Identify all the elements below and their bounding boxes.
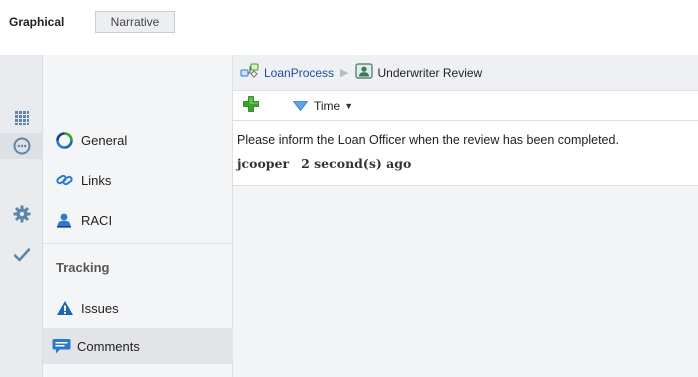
refresh-circle-icon bbox=[56, 131, 78, 149]
nav-item-links[interactable]: Links bbox=[43, 165, 233, 195]
list-item: Please inform the Loan Officer when the … bbox=[233, 121, 698, 186]
navigation-panel: General Links RACI Tracking Issues Comme… bbox=[43, 55, 233, 377]
tab-narrative[interactable]: Narrative bbox=[95, 11, 175, 33]
process-icon bbox=[240, 62, 260, 83]
comment-circle-icon[interactable] bbox=[0, 133, 43, 159]
breadcrumb-current: Underwriter Review bbox=[377, 65, 483, 80]
gear-icon[interactable] bbox=[0, 201, 43, 227]
grid-icon[interactable] bbox=[0, 105, 43, 131]
nav-item-comments[interactable]: Comments bbox=[43, 328, 233, 364]
tab-graphical[interactable]: Graphical bbox=[9, 10, 64, 34]
speech-bubble-icon bbox=[52, 337, 74, 355]
breadcrumb-process-link[interactable]: LoanProcess bbox=[264, 66, 334, 80]
comment-author: jcooper bbox=[237, 156, 290, 171]
comments-empty-area bbox=[233, 186, 698, 377]
icon-rail bbox=[0, 55, 43, 377]
sort-label: Time bbox=[314, 98, 341, 113]
comment-meta: jcooper 2 second(s) ago bbox=[237, 156, 411, 171]
chain-link-icon bbox=[56, 171, 78, 189]
chevron-down-icon: ▼ bbox=[344, 100, 354, 111]
breadcrumb: LoanProcess ▶ Underwriter Review bbox=[233, 55, 698, 91]
add-icon bbox=[243, 96, 259, 112]
activity-icon bbox=[354, 63, 373, 82]
nav-item-label: Issues bbox=[81, 300, 119, 316]
breadcrumb-separator-icon: ▶ bbox=[340, 67, 349, 79]
nav-item-label: Comments bbox=[77, 338, 140, 354]
warning-triangle-icon bbox=[56, 299, 78, 317]
nav-item-label: RACI bbox=[81, 212, 113, 228]
nav-divider bbox=[43, 243, 233, 244]
nav-item-raci[interactable]: RACI bbox=[43, 205, 233, 235]
comment-timestamp: 2 second(s) ago bbox=[301, 156, 412, 171]
nav-item-general[interactable]: General bbox=[43, 125, 233, 155]
view-tabs: Graphical Narrative bbox=[0, 0, 698, 42]
sort-triangle-icon bbox=[293, 100, 308, 111]
nav-item-label: General bbox=[81, 132, 128, 148]
comments-list: Please inform the Loan Officer when the … bbox=[233, 121, 698, 377]
comments-toolbar: Time ▼ bbox=[233, 91, 698, 121]
sort-by-time-dropdown[interactable]: Time ▼ bbox=[293, 99, 353, 113]
add-comment-button[interactable] bbox=[243, 96, 259, 115]
nav-item-label: Links bbox=[81, 172, 112, 188]
person-icon bbox=[56, 211, 78, 229]
tracking-heading: Tracking bbox=[56, 260, 110, 275]
nav-item-issues[interactable]: Issues bbox=[43, 293, 233, 323]
checkmark-icon[interactable] bbox=[0, 242, 43, 268]
comment-text: Please inform the Loan Officer when the … bbox=[237, 133, 619, 147]
